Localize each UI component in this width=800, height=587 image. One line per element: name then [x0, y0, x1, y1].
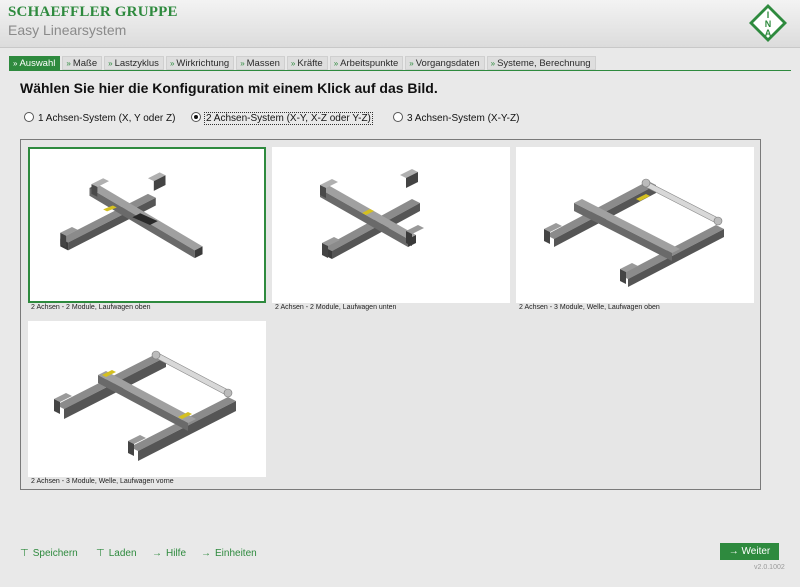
- config-card-3-modules-shaft-front[interactable]: [28, 321, 266, 477]
- double-chevron-right-icon: »: [409, 59, 414, 68]
- linear-system-3-module-shaft-top-image: [544, 178, 724, 287]
- double-chevron-right-icon: »: [169, 59, 175, 68]
- units-icon: →: [201, 548, 211, 559]
- linear-system-2-module-top-image: [60, 172, 203, 259]
- svg-text:A: A: [765, 28, 772, 38]
- linear-system-2-module-bottom-image: [320, 169, 424, 259]
- brand-name: SCHAEFFLER GRUPPE: [8, 4, 178, 20]
- tab-lastzyklus[interactable]: » Lastzyklus: [104, 56, 164, 70]
- configuration-panel: 2 Achsen - 2 Module, Laufwagen oben 2 Ac…: [20, 139, 761, 490]
- radio-1-axis[interactable]: 1 Achsen-System (X, Y oder Z): [24, 112, 175, 126]
- radio-circle-selected[interactable]: [191, 112, 201, 122]
- app-title: Easy Linearsystem: [8, 22, 127, 38]
- double-chevron-right-icon: »: [66, 59, 71, 68]
- double-chevron-right-icon: »: [240, 59, 245, 68]
- save-link[interactable]: ⊤ Speichern: [20, 548, 78, 559]
- radio-3-axis[interactable]: 3 Achsen-System (X-Y-Z): [393, 112, 519, 126]
- tab-bar: » Auswahl » Maße » Lastzyklus » Wirkrichtung…: [9, 56, 596, 70]
- double-chevron-down-icon: »: [13, 59, 18, 68]
- version-label: v2.0.1002: [754, 564, 785, 571]
- load-link[interactable]: ⊤ Laden: [96, 548, 137, 559]
- instruction-heading: Wählen Sie hier die Konfiguration mit ei…: [20, 80, 438, 96]
- app-header: SCHAEFFLER GRUPPE Easy Linearsystem I N …: [0, 0, 800, 48]
- double-chevron-right-icon: »: [290, 59, 296, 68]
- tab-masse[interactable]: » Maße: [62, 56, 103, 70]
- arrow-right-icon: →: [728, 546, 742, 557]
- config-caption: 2 Achsen - 3 Module, Welle, Laufwagen ob…: [519, 304, 660, 311]
- tab-vorgangsdaten[interactable]: » Vorgangsdaten: [405, 56, 485, 70]
- double-chevron-right-icon: »: [333, 59, 339, 68]
- radio-2-axis[interactable]: 2 Achsen-System (X-Y, X-Z oder Y-Z): [191, 112, 373, 126]
- double-chevron-right-icon: »: [108, 59, 113, 68]
- units-link[interactable]: → Einheiten: [201, 548, 257, 559]
- tab-kraefte[interactable]: » Kräfte: [286, 56, 328, 70]
- help-icon: →: [152, 548, 162, 559]
- ina-logo: I N A: [749, 4, 787, 42]
- save-icon: ⊤: [20, 548, 29, 559]
- tab-systeme-berechnung[interactable]: » Systeme, Berechnung: [486, 56, 596, 70]
- tab-massen[interactable]: » Massen: [236, 56, 285, 70]
- tab-arbeitspunkte[interactable]: » Arbeitspunkte: [329, 56, 404, 70]
- load-icon: ⊤: [96, 548, 105, 559]
- radio-circle[interactable]: [393, 112, 403, 122]
- config-card-2-modules-carriage-top[interactable]: [28, 147, 266, 303]
- config-caption: 2 Achsen - 2 Module, Laufwagen unten: [275, 304, 397, 311]
- tab-auswahl[interactable]: » Auswahl: [9, 56, 61, 70]
- tab-wirkrichtung[interactable]: » Wirkrichtung: [165, 56, 235, 70]
- next-button[interactable]: → Weiter: [720, 543, 779, 560]
- radio-circle[interactable]: [24, 112, 34, 122]
- help-link[interactable]: → Hilfe: [152, 548, 186, 559]
- config-card-2-modules-carriage-bottom[interactable]: [272, 147, 510, 303]
- tab-underline: [9, 70, 791, 71]
- config-caption: 2 Achsen - 2 Module, Laufwagen oben: [31, 304, 151, 311]
- linear-system-3-module-shaft-front-image: [54, 350, 236, 461]
- double-chevron-right-icon: »: [490, 59, 496, 68]
- config-card-3-modules-shaft-top[interactable]: [516, 147, 754, 303]
- config-caption: 2 Achsen - 3 Module, Welle, Laufwagen vo…: [31, 478, 174, 485]
